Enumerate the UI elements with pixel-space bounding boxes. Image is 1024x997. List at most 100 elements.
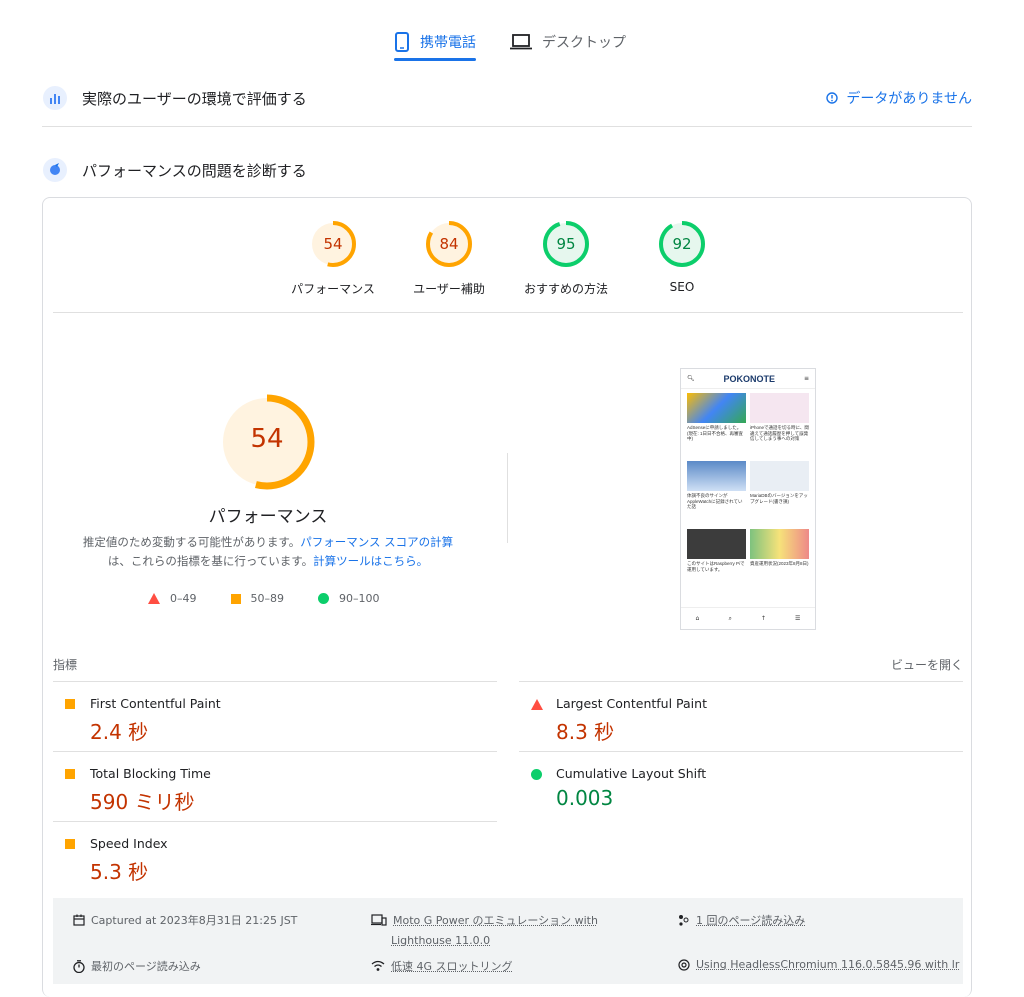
desc-text-2: は、これらの指標を基に行っています。	[107, 554, 314, 568]
screenshot-article-grid: AdSenseに申請しました。(現在: 1日日不合格、再審査中) iPhoneで…	[681, 389, 815, 597]
search-icon: ⌕	[728, 614, 732, 622]
metric-value: 8.3 秒	[556, 720, 615, 744]
metric-name: Largest Contentful Paint	[556, 696, 707, 711]
triangle-icon	[531, 699, 543, 710]
article-thumbnail	[687, 393, 746, 423]
laptop-icon	[510, 34, 532, 50]
score-legend: 0–49 50–89 90–100	[148, 592, 414, 605]
article-thumbnail	[750, 529, 809, 559]
article-card: 資産運用状況(2023年8月8日)	[750, 529, 809, 593]
article-title: MariaDBのバージョンをアップグレード(書き損)	[750, 493, 808, 504]
throttling[interactable]: 低速 4G スロットリング	[371, 958, 513, 974]
tab-mobile[interactable]: 携帯電話	[394, 24, 476, 60]
search-icon: 🔍︎	[687, 375, 695, 382]
phone-icon	[395, 32, 409, 52]
gauge-score: 95	[556, 235, 575, 253]
article-thumbnail	[687, 461, 746, 491]
metric-lcp: Largest Contentful Paint 8.3 秒	[519, 681, 963, 751]
no-data-link[interactable]: データがありません	[826, 88, 972, 108]
metric-value: 2.4 秒	[90, 720, 149, 744]
square-icon	[65, 839, 75, 849]
screenshot-header: 🔍︎ POKONOTE ≡	[681, 369, 815, 389]
article-card: MariaDBのバージョンをアップグレード(書き損)	[750, 461, 809, 525]
article-card: 体調不良のサインがAppleWatchに記録されていた話	[687, 461, 746, 525]
lab-data-title: パフォーマンスの問題を診断する	[82, 161, 307, 180]
metric-fcp: First Contentful Paint 2.4 秒	[53, 681, 497, 751]
legend-pass-label: 90–100	[339, 592, 380, 605]
metric-value: 590 ミリ秒	[90, 790, 195, 814]
captured-text: Captured at 2023年8月31日 21:25 JST	[91, 914, 298, 927]
section-divider	[42, 126, 972, 127]
calculator-link[interactable]: 計算ツールはこちら。	[313, 554, 428, 568]
expand-view-toggle[interactable]: ビューを開く	[891, 656, 963, 673]
gauge-accessibility[interactable]: 84 ユーザー補助	[389, 220, 509, 297]
article-thumbnail	[750, 461, 809, 491]
throttle-text: 低速 4G スロットリング	[391, 960, 513, 973]
article-thumbnail	[750, 393, 809, 423]
site-logo: POKONOTE	[723, 373, 776, 384]
circle-icon	[318, 593, 329, 604]
metrics-title: 指標	[53, 658, 78, 672]
article-title: 体調不良のサインがAppleWatchに記録されていた話	[687, 493, 743, 509]
metric-name: Total Blocking Time	[90, 766, 211, 781]
gauge-score: 92	[672, 235, 691, 253]
gauge-score: 54	[323, 235, 342, 253]
square-icon	[65, 699, 75, 709]
devices-icon	[371, 914, 387, 926]
metric-value: 5.3 秒	[90, 860, 149, 884]
article-title: AdSenseに申請しました。(現在: 1日日不合格、再審査中)	[687, 425, 744, 441]
screenshot-bottom-nav: ⌂ ⌕ ↑ ☰	[681, 607, 815, 629]
performance-label: パフォーマンス	[208, 507, 328, 527]
score-calc-link[interactable]: パフォーマンス スコアの計算	[300, 535, 453, 549]
performance-score: 54	[250, 424, 284, 454]
metric-name: Cumulative Layout Shift	[556, 766, 707, 781]
metric-cls: Cumulative Layout Shift 0.003	[519, 751, 963, 821]
browser-text: Using HeadlessChromium 116.0.5845.96 wit…	[696, 958, 960, 971]
initial-load: 最初のページ読み込み	[73, 958, 201, 974]
home-icon: ⌂	[695, 615, 700, 622]
arrow-up-icon: ↑	[760, 615, 766, 622]
page-loads[interactable]: 1 回のページ読み込み	[678, 912, 805, 928]
score-gauges: 54 パフォーマンス 84 ユーザー補助 95 おすすめの方法 92 SEO	[43, 220, 973, 300]
no-data-label: データがありません	[846, 91, 972, 107]
final-screenshot[interactable]: 🔍︎ POKONOTE ≡ AdSenseに申請しました。(現在: 1日日不合格…	[680, 368, 816, 630]
active-tab-indicator	[394, 58, 476, 61]
desc-text-1: 推定値のため変動する可能性があります。	[82, 535, 301, 549]
field-data-header: 実際のユーザーの環境で評価する データがありません	[42, 85, 972, 111]
field-data-icon	[43, 86, 67, 110]
gauge-label: SEO	[669, 280, 695, 294]
captured-at: Captured at 2023年8月31日 21:25 JST	[73, 912, 297, 928]
square-icon	[230, 593, 241, 604]
gauge-label: おすすめの方法	[523, 282, 608, 296]
triangle-icon	[148, 593, 160, 604]
browser-info[interactable]: Using HeadlessChromium 116.0.5845.96 wit…	[678, 958, 959, 971]
performance-description: 推定値のため変動する可能性があります。パフォーマンス スコアの計算 は、これらの…	[43, 533, 493, 571]
gauge-divider	[53, 312, 963, 313]
article-card: iPhoneで通話を切る時に、間違えて通話履歴を押して誤発信してしまう事への対策	[750, 393, 809, 457]
calendar-icon	[73, 914, 85, 926]
metric-name: First Contentful Paint	[90, 696, 221, 711]
gauge-performance[interactable]: 54 パフォーマンス	[273, 220, 393, 297]
legend-fail-label: 0–49	[170, 592, 197, 605]
metric-tbt: Total Blocking Time 590 ミリ秒	[53, 751, 497, 821]
lighthouse-version[interactable]: Lighthouse 11.0.0	[391, 934, 490, 947]
gauge-label: パフォーマンス	[291, 282, 375, 296]
wifi-icon	[371, 960, 385, 971]
gauge-ring: 92	[659, 221, 705, 267]
article-card: AdSenseに申請しました。(現在: 1日日不合格、再審査中)	[687, 393, 746, 457]
gauge-label: ユーザー補助	[413, 282, 485, 296]
gauge-seo[interactable]: 92 SEO	[622, 220, 742, 294]
list-icon: ☰	[795, 615, 801, 622]
gauge-best-practices[interactable]: 95 おすすめの方法	[506, 220, 626, 297]
legend-average-label: 50–89	[250, 592, 285, 605]
tab-desktop[interactable]: デスクトップ	[510, 24, 626, 60]
legend-pass: 90–100	[318, 592, 380, 605]
lighthouse-version-text: Lighthouse 11.0.0	[391, 934, 491, 947]
gauge-score: 84	[439, 235, 458, 253]
page-loads-text: 1 回のページ読み込み	[696, 914, 806, 927]
metric-name: Speed Index	[90, 836, 168, 851]
menu-icon: ≡	[803, 375, 809, 382]
page-loads-icon	[679, 915, 689, 926]
metric-si: Speed Index 5.3 秒	[53, 821, 497, 891]
emulated-device[interactable]: Moto G Power のエミュレーション with	[371, 912, 598, 928]
